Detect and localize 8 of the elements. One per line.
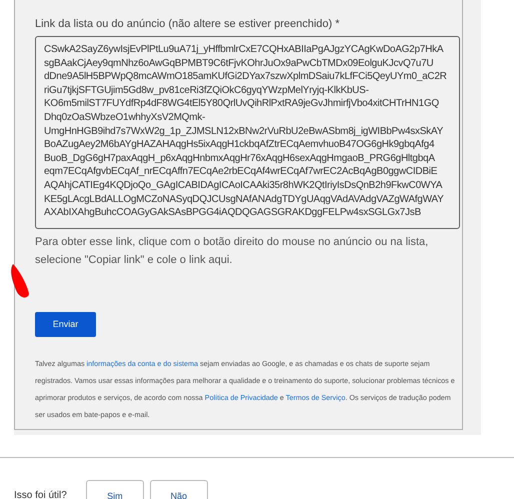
scribble-mark — [9, 262, 31, 300]
feedback-button[interactable]: Não — [150, 480, 208, 499]
submit-button[interactable]: Enviar — [35, 312, 96, 337]
link-field[interactable]: CSwkA2SayZ6ywIsjEvPlPtLu9uA71j_yHffbmlrCxE7CQHxABIIaPgAJgzYCAgKwDoAG2p7HkA sgBAakCjAey9qmNhz6oAwGqBPMBT9C6tFjvKOhrJuOx9aPwCbTMDx09EolguKJcvQ7u7U dDne9A5lH5BPWpQ8mcAWmO185amKUfGi2DYax7szwXplmDSaiu7kLfFCi5QeyUYm0_aC2R riGu7tjkjSFTGUjim5Gd8w_pv81ceRi3fZQiOkC6gyqYWzpMelYryjq-KlkKbUS- KO6m5milST7FUYdfRp4dF8WG4tEl5Y80QrlUvQihRlPxtRA9jeGvJhmirfjVbo4xitCHTrHN1GQ Dhq0zOaSWbzeO1whhyXsV2MQmk- UmgHnHGB9ihd7s7WxW2g_1p_ZJMSLN12xBNw2rVuRbU2eBwASbm8j_igWIBbPw4sxSkAY BoAZugAey2M6bAYgHAZAHAqgHs5ixAqgH1ckbqAfZtrECqAemvhuoB47OG6gHk9gbqAfg4 BuoB_DgG6gH7paxAqgH_p6xAqgHnbmxAqgHr76xAqgH6sexAqgHmgaoB_PRG6gHltgbqA eqm7ECqAfgvbECqAf_nrECqAffn7ECqAe2rbECqAf4wrECqAf7wrEC2AcBqAgB0ggwCIDBiE AQAhjCATIEg4KQDjoQo_GAgICABIDAgICAoICAAki35r8hWK2QtIriyIsDsQnB2h9FkwC0WYA KE5gLAcgLBdALLOgMCZoNASyqDQJCUsgNAfANAdgTDYgUAqgVAdAVAdgVAZgWAfgWAY AXAbIXAhgBuhcCOAGyGAkSAsBPGG4iAQDQGAGSGRAKDggFELPw4sxSGLGx7JsB — [35, 36, 460, 229]
feedback-question: Isso foi útil? — [14, 490, 67, 499]
field-label: Link da lista ou do anúncio (não altere se estiver preenchido) * — [35, 18, 341, 30]
hint-text: Para obter esse link, clique com o botão direito do mouse no anúncio ou na lista, selecione "Copiar link" e cole o link aqui. — [35, 234, 430, 268]
feedback-button[interactable]: Sim — [86, 480, 144, 499]
